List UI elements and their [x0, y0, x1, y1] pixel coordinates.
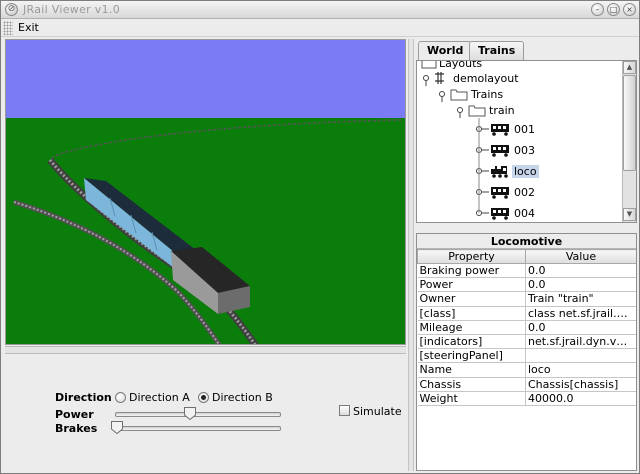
maximize-icon[interactable]: □ [607, 3, 620, 16]
direction-a-label[interactable]: Direction A [129, 391, 190, 404]
property-name: [steeringPanel] [417, 348, 526, 364]
title-bar[interactable]: ⊘ JRail Viewer v1.0 – □ × [1, 1, 639, 19]
tree-scrollbar[interactable]: ▲ ▼ [622, 61, 636, 222]
app-window: ⊘ JRail Viewer v1.0 – □ × Exit Direction… [0, 0, 640, 474]
property-value[interactable] [525, 348, 636, 364]
window-title: JRail Viewer v1.0 [23, 3, 120, 16]
table-row[interactable]: Power 0.0 [417, 277, 636, 293]
power-slider-track[interactable] [115, 412, 281, 417]
simulate-label[interactable]: Simulate [353, 405, 402, 418]
property-value[interactable]: loco [525, 362, 636, 378]
table-row[interactable]: Weight 40000.0 [417, 391, 636, 406]
property-name: Power [417, 277, 526, 293]
table-row[interactable]: [class] class net.sf.jrail.dy... [417, 306, 636, 321]
direction-a-radio[interactable] [115, 392, 126, 403]
table-row[interactable]: [indicators] net.sf.jrail.dyn.veh... [417, 334, 636, 350]
property-value[interactable]: net.sf.jrail.dyn.veh... [525, 334, 636, 350]
property-value[interactable]: 0.0 [525, 277, 636, 293]
brakes-label: Brakes [55, 422, 98, 435]
property-name: Mileage [417, 320, 526, 335]
table-row[interactable]: Mileage 0.0 [417, 320, 636, 335]
tree-connector-lines [478, 118, 480, 213]
horizontal-splitter[interactable] [5, 346, 406, 354]
property-table: Property Value Braking power 0.0 Power 0.0… [417, 249, 636, 406]
minimize-icon[interactable]: – [591, 3, 604, 16]
app-menu-icon[interactable]: ⊘ [5, 3, 18, 16]
scroll-thumb[interactable] [623, 75, 636, 171]
vertical-splitter[interactable] [408, 39, 414, 471]
property-value[interactable]: Chassis[chassis] [525, 377, 636, 392]
property-panel-title: Locomotive [417, 234, 636, 249]
table-row[interactable]: Chassis Chassis[chassis] [417, 377, 636, 392]
tab-world[interactable]: World [418, 41, 473, 61]
table-row[interactable]: Name loco [417, 362, 636, 378]
direction-label: Direction [55, 391, 112, 404]
table-row[interactable]: Braking power 0.0 [417, 263, 636, 279]
scroll-down-icon[interactable]: ▼ [623, 208, 636, 221]
sky [6, 40, 405, 118]
table-row[interactable]: Owner Train "train" [417, 291, 636, 307]
close-icon[interactable]: × [623, 3, 636, 16]
table-row[interactable]: [steeringPanel] [417, 348, 636, 364]
tab-bar: World Trains [416, 41, 637, 61]
scroll-up-icon[interactable]: ▲ [623, 61, 636, 74]
property-panel: Locomotive Property Value Braking power 0… [416, 233, 637, 471]
property-name: [indicators] [417, 334, 526, 350]
property-name: Owner [417, 291, 526, 307]
menu-bar: Exit [1, 19, 639, 37]
3d-scene[interactable] [6, 40, 406, 345]
column-header-property[interactable]: Property [417, 249, 526, 264]
property-name: [class] [417, 306, 526, 321]
brakes-slider-track[interactable] [115, 426, 281, 431]
property-value[interactable]: 0.0 [525, 320, 636, 335]
control-panel: Direction Direction A Direction B Power … [5, 355, 406, 471]
direction-b-label[interactable]: Direction B [212, 391, 273, 404]
world-tree[interactable]: Layouts demolayout Trains train 001 003 … [416, 60, 637, 223]
property-name: Chassis [417, 377, 526, 392]
tab-trains[interactable]: Trains [469, 41, 525, 60]
power-slider-thumb[interactable] [183, 407, 196, 420]
property-value[interactable]: 40000.0 [525, 391, 636, 406]
menu-exit[interactable]: Exit [18, 21, 39, 34]
property-value[interactable]: 0.0 [525, 263, 636, 279]
simulate-checkbox[interactable] [339, 405, 350, 416]
column-header-value[interactable]: Value [525, 249, 636, 264]
property-name: Name [417, 362, 526, 378]
property-name: Weight [417, 391, 526, 406]
menubar-grip-icon[interactable] [3, 21, 13, 35]
property-name: Braking power [417, 263, 526, 279]
property-value[interactable]: class net.sf.jrail.dy... [525, 306, 636, 321]
brakes-slider-thumb[interactable] [111, 421, 123, 434]
power-label: Power [55, 408, 94, 421]
direction-b-radio[interactable] [198, 392, 209, 403]
3d-viewport[interactable] [5, 39, 406, 345]
property-value[interactable]: Train "train" [525, 291, 636, 307]
